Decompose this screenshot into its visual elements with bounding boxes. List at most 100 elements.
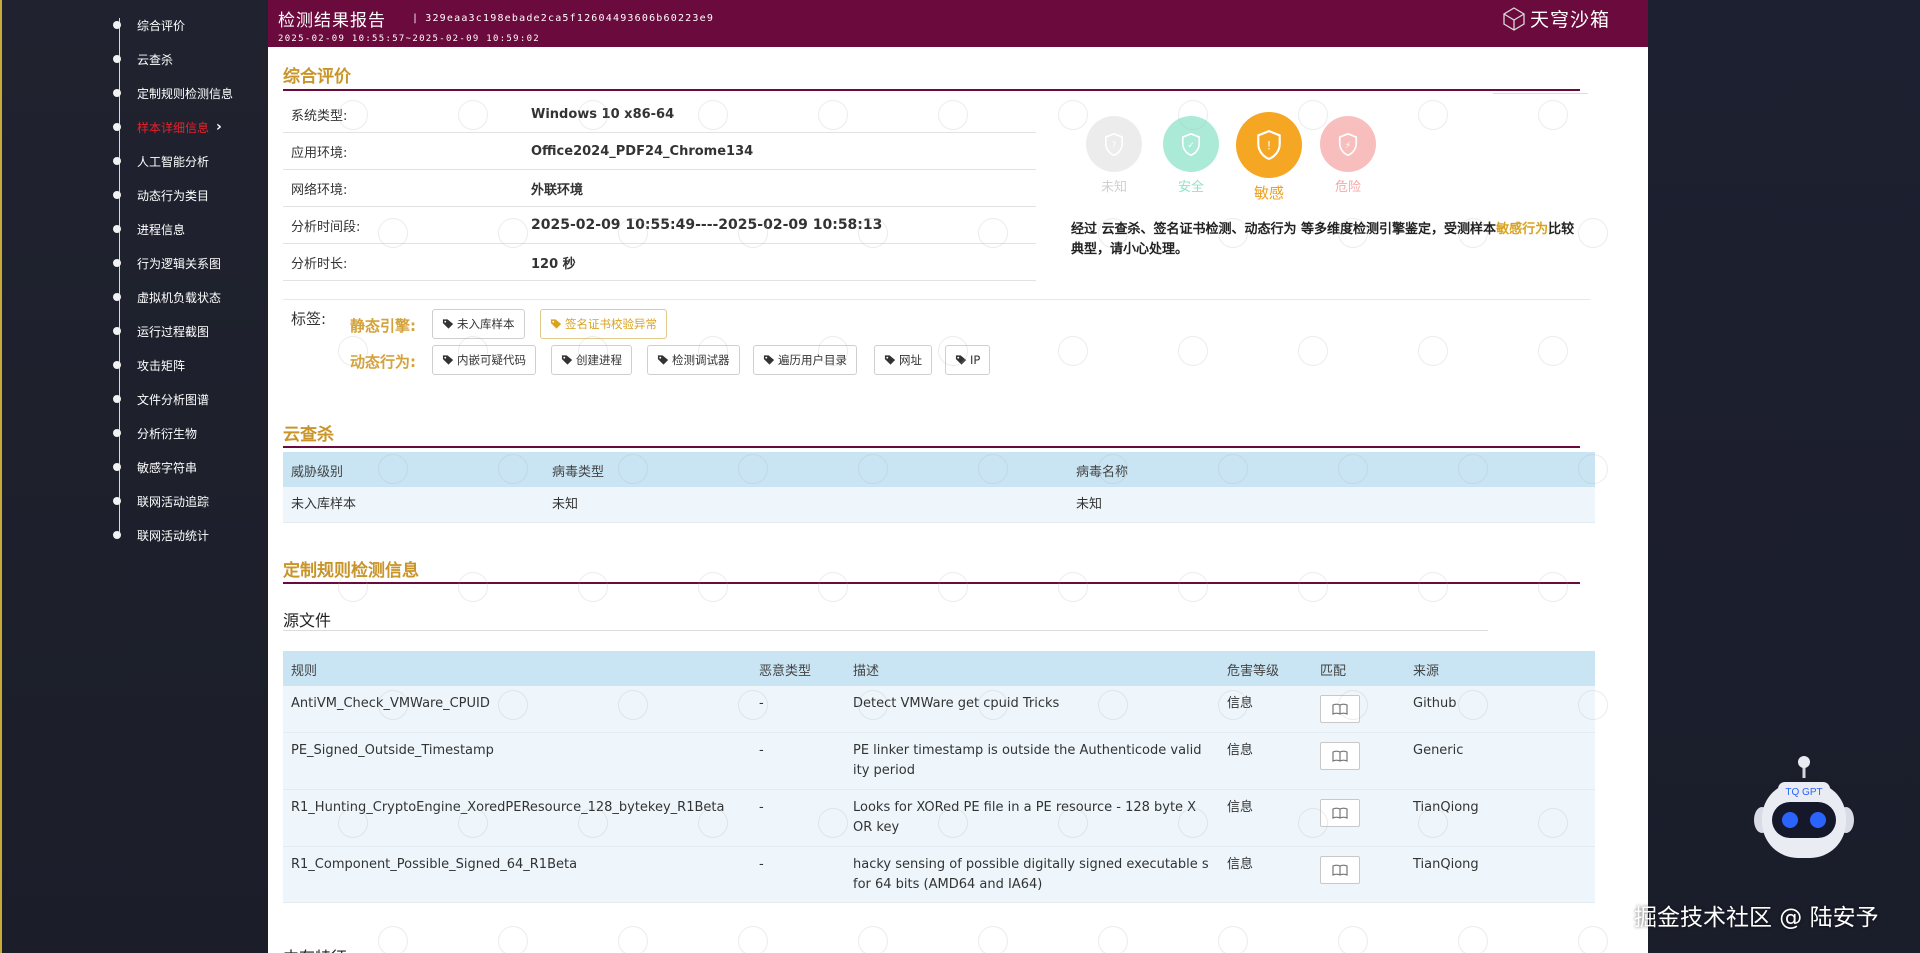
info-value: 外联环境 [531,182,584,198]
column-header-source: 来源 [1413,664,1440,679]
sidebar-item-label: 动态行为类目 [137,188,210,203]
sidebar-item[interactable]: 进程信息 [111,219,268,239]
sidebar-item[interactable]: 分析衍生物 [111,423,268,443]
timeline-dot-icon [113,361,121,369]
timeline-dot-icon [113,429,121,437]
info-row: 系统类型: Windows 10 x86-64 [283,96,1036,133]
watermark-mark [452,566,494,608]
tag-chip[interactable]: 未入库样本 [432,309,525,339]
sidebar-item[interactable]: 样本详细信息 › [111,117,268,137]
watermark-mark [1172,566,1214,608]
tags-label: 标签: [291,310,327,328]
watermark-mark [492,920,534,953]
watermark-mark [612,920,654,953]
report-time-range: 2025-02-09 10:55:57~2025-02-09 10:59:02 [278,34,541,44]
verdict-description: 经过 云查杀、签名证书检测、动态行为 等多维度检测引擎鉴定，受测样本敏感行为比较… [1071,220,1581,260]
dynamic-behavior-label: 动态行为: [350,353,416,371]
question-shield-icon: ? [1104,132,1124,156]
watermark-mark [1212,920,1254,953]
match-view-button[interactable] [1320,742,1360,770]
sidebar-item[interactable]: 动态行为类目 [111,185,268,205]
sidebar-item-label: 行为逻辑关系图 [137,256,222,271]
timeline-dot-icon [113,225,121,233]
info-value: Windows 10 x86-64 [531,106,675,122]
cell-malicious-type: - [759,743,764,758]
verdict-1: ✓ 安全 [1163,116,1219,195]
sidebar-item[interactable]: 云查杀 [111,49,268,69]
sidebar-item[interactable]: 运行过程截图 [111,321,268,341]
watermark-mark [1532,330,1574,372]
brand: 天穹沙箱 [1502,5,1610,32]
cell-risk-level: 信息 [1227,696,1254,711]
subsection-title-source-file: 源文件 [283,611,332,630]
sidebar-item[interactable]: 虚拟机负载状态 [111,287,268,307]
watermark-mark [1092,920,1134,953]
cell-description: hacky sensing of possible digitally sign… [853,857,1209,892]
sidebar-item-label: 敏感字符串 [137,460,198,475]
info-row: 分析时间段: 2025-02-09 10:55:49----2025-02-09 … [283,207,1036,244]
sidebar-item[interactable]: 文件分析图谱 [111,389,268,409]
verdict-desc-prefix: 经过 云查杀、签名证书检测、动态行为 等多维度检测引擎鉴定，受测样本 [1071,222,1497,237]
verdict-circle: ⚡ [1320,116,1376,172]
sidebar-item[interactable]: 敏感字符串 [111,457,268,477]
tag-icon [561,355,573,365]
chevron-right-icon: › [216,119,222,135]
verdict-label: 敏感 [1253,184,1284,202]
sidebar-item[interactable]: 综合评价 [111,15,268,35]
subsection-rule [283,630,1488,631]
info-row: 分析时长: 120 秒 [283,244,1036,281]
sidebar-item[interactable]: 攻击矩阵 [111,355,268,375]
tag-text: 内嵌可疑代码 [457,353,526,367]
info-label: 应用环境: [291,145,348,161]
sidebar-item[interactable]: 联网活动统计 [111,525,268,545]
timeline-dot-icon [113,531,121,539]
book-open-icon [1332,750,1348,762]
watermark-mark [1052,566,1094,608]
sidebar-item-label: 人工智能分析 [137,154,210,169]
sidebar-item[interactable]: 行为逻辑关系图 [111,253,268,273]
timeline-dot-icon [113,463,121,471]
tag-icon [442,355,454,365]
bolt-shield-icon: ⚡ [1338,132,1358,156]
tag-chip[interactable]: 创建进程 [551,345,632,375]
table-row: R1_Hunting_CryptoEngine_XoredPEResource_… [283,790,1595,847]
watermark-mark [1572,920,1614,953]
info-label: 系统类型: [291,108,348,124]
cell-malicious-type: - [759,857,764,872]
tag-icon [442,319,454,329]
cell-virus-name: 未知 [1076,497,1103,512]
tag-chip[interactable]: 网址 [874,345,932,375]
sidebar-item-label: 进程信息 [137,222,186,237]
match-view-button[interactable] [1320,799,1360,827]
tag-text: 创建进程 [576,353,622,367]
timeline-dot-icon [113,21,121,29]
sidebar-item[interactable]: 定制规则检测信息 [111,83,268,103]
verdict-circle: ? [1086,116,1142,172]
tag-text: 签名证书校验异常 [565,317,657,331]
sidebar-item-label: 联网活动追踪 [137,494,210,509]
tq-gpt-assistant-button[interactable]: TQ GPT [1748,752,1860,864]
cloud-table-header: 威胁级别 病毒类型 病毒名称 [283,452,1595,487]
tag-chip[interactable]: 签名证书校验异常 [540,309,667,339]
sidebar-item-label: 样本详细信息 [137,120,210,135]
tag-chip[interactable]: 遍历用户目录 [753,345,857,375]
match-view-button[interactable] [1320,856,1360,884]
cell-rule: AntiVM_Check_VMWare_CPUID [291,696,490,711]
cell-rule: R1_Hunting_CryptoEngine_XoredPEResource_… [291,800,725,815]
sidebar-item-label: 云查杀 [137,52,174,67]
match-view-button[interactable] [1320,695,1360,723]
tag-chip[interactable]: 检测调试器 [647,345,740,375]
column-header-rule: 规则 [291,664,318,679]
info-label: 网络环境: [291,182,348,198]
watermark-mark [1052,330,1094,372]
sidebar-item[interactable]: 联网活动追踪 [111,491,268,511]
report-header: 检测结果报告 | 329eaa3c198ebade2ca5f12604493606… [268,0,1648,47]
tag-chip[interactable]: IP [945,345,991,375]
timeline-dot-icon [113,395,121,403]
tag-chip[interactable]: 内嵌可疑代码 [432,345,536,375]
watermark-mark [372,920,414,953]
section-rule-tail [1493,93,1588,94]
timeline-dot-icon [113,293,121,301]
sidebar-item[interactable]: 人工智能分析 [111,151,268,171]
column-header: 病毒类型 [552,465,605,480]
